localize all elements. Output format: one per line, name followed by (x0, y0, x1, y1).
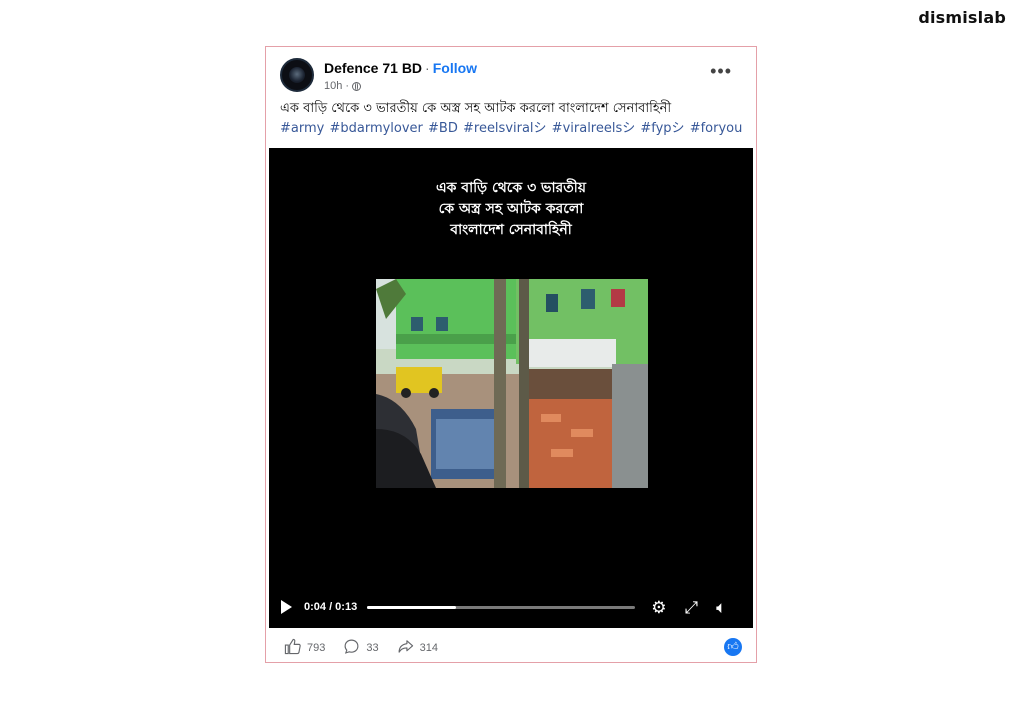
comment-button[interactable]: 33 (343, 638, 379, 658)
overlay-line-3: বাংলাদেশ সেনাবাহিনী (450, 222, 572, 238)
video-control-icons: ⚙ ⤢ 🔈︎ (651, 599, 726, 616)
post-time[interactable]: 10h (324, 80, 342, 92)
avatar[interactable] (280, 58, 314, 92)
video-controls: 0:04 / 0:13 ⚙ ⤢ 🔈︎ (281, 596, 741, 618)
separator: · (345, 80, 350, 92)
overlay-line-1: এক বাড়ি থেকে ৩ ভারতীয় (435, 180, 586, 196)
hashtags[interactable]: #army #bdarmylover #BD #reelsviralシ #vir… (280, 119, 746, 139)
share-icon (397, 638, 414, 658)
post-header: Defence 71 BD · Follow 10h · ••• (280, 58, 742, 94)
thumbs-up-icon (284, 638, 301, 658)
separator: · (425, 60, 430, 76)
post-meta: 10h · (324, 80, 362, 92)
like-count: 793 (307, 642, 326, 654)
comment-icon (343, 638, 360, 658)
comment-count: 33 (366, 642, 379, 654)
like-reaction-icon: 👍︎ (724, 638, 742, 656)
dismislab-logo: dismislab (918, 8, 1006, 27)
video-progress-fill (367, 605, 456, 609)
caption-text: এক বাড়ি থেকে ৩ ভারতীয় কে অস্ত্র সহ আটক… (280, 101, 672, 116)
author-name[interactable]: Defence 71 BD (324, 60, 422, 76)
follow-button[interactable]: Follow (433, 60, 477, 76)
globe-icon (352, 81, 362, 91)
video-scene (376, 279, 648, 488)
volume-icon[interactable]: 🔈︎ (716, 599, 726, 616)
share-count: 314 (419, 642, 438, 654)
video-time: 0:04 / 0:13 (304, 601, 358, 613)
settings-icon[interactable]: ⚙ (651, 599, 666, 616)
fullscreen-icon[interactable]: ⤢ (684, 599, 698, 616)
facebook-post: Defence 71 BD · Follow 10h · ••• এক বাড়ি … (265, 46, 757, 663)
author-line: Defence 71 BD · Follow (324, 60, 477, 76)
video-progress-bar[interactable] (367, 605, 636, 609)
like-button[interactable]: 793 (284, 638, 325, 658)
avatar-emblem (289, 67, 305, 83)
video-player[interactable]: এক বাড়ি থেকে ৩ ভারতীয় কে অস্ত্র সহ আটক… (269, 148, 753, 628)
overlay-line-2: কে অস্ত্র সহ আটক করলো (438, 201, 584, 217)
share-button[interactable]: 314 (397, 638, 438, 658)
post-caption: এক বাড়ি থেকে ৩ ভারতীয় কে অস্ত্র সহ আটক… (280, 99, 746, 139)
post-footer: 793 33 314 👍︎ (284, 638, 742, 658)
play-icon[interactable] (281, 600, 292, 614)
more-options-button[interactable]: ••• (710, 62, 732, 80)
video-overlay-text: এক বাড়ি থেকে ৩ ভারতীয় কে অস্ত্র সহ আটক… (269, 178, 753, 241)
video-frame-image (376, 279, 648, 488)
